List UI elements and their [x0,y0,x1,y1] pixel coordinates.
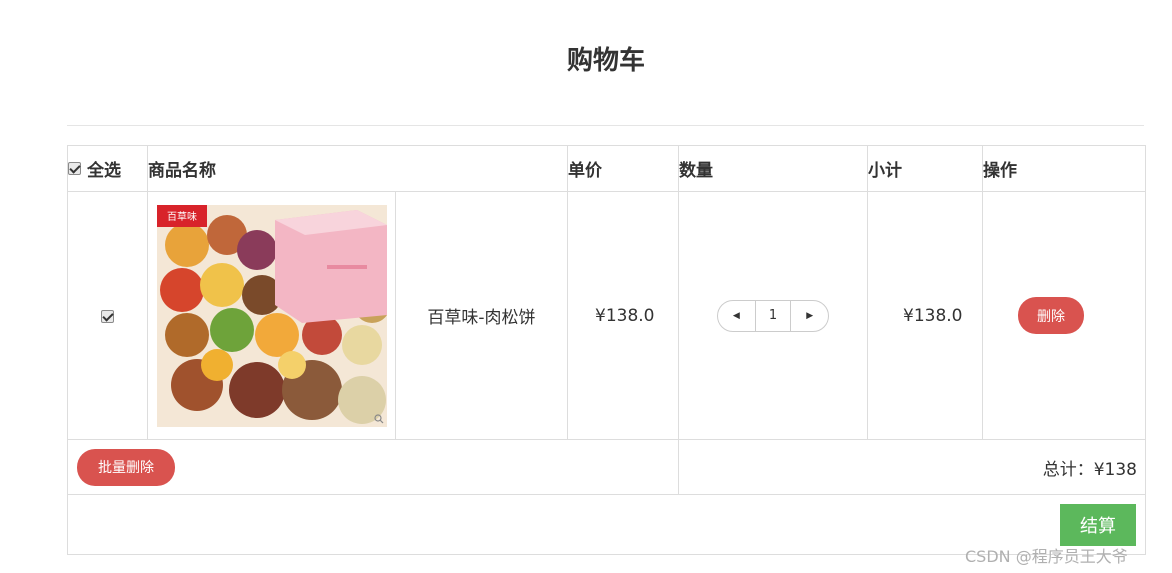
quantity-stepper: ◀ 1 ▶ [717,299,829,332]
decrement-button[interactable]: ◀ [718,301,755,331]
page-title: 购物车 [566,46,645,76]
watermark: CSDN @程序员王大爷 [965,547,1128,566]
snack-box-image: 百草味 [156,204,387,427]
select-all-checkbox[interactable] [68,162,81,175]
table-row: 百草味 百草味-肉松饼 ¥138.0 ◀ 1 ▶ ¥138.0 删除 [67,191,1146,440]
caret-left-icon: ◀ [732,310,740,321]
actions-cell: 删除 [982,191,1146,440]
cart-table: 全选 商品名称 单价 数量 小计 操作 百草味 百草味-肉松饼 ¥138.0 ◀… [67,145,1146,555]
row-select-cell [67,191,148,440]
caret-right-icon: ▶ [806,310,814,321]
header-select-all: 全选 [67,145,148,192]
title-divider [67,125,1144,126]
select-all-label: 全选 [87,161,121,181]
row-subtotal: ¥138.0 [867,191,983,440]
unit-price: ¥138.0 [567,191,679,440]
batch-actions-cell: 批量删除 [67,439,679,495]
product-name[interactable]: 百草味-肉松饼 [395,191,568,440]
header-subtotal: 小计 [867,145,983,192]
row-checkbox[interactable] [101,310,114,323]
increment-button[interactable]: ▶ [791,301,828,331]
cart-page: 购物车 全选 商品名称 单价 数量 小计 操作 百草味 百草味-肉松饼 ¥138… [0,0,1172,573]
product-image-cell: 百草味 [147,191,396,440]
header-quantity: 数量 [678,145,868,192]
cart-total: 总计：¥138 [678,439,1146,495]
delete-button[interactable]: 删除 [1018,297,1084,334]
header-product-name: 商品名称 [147,145,568,192]
quantity-value[interactable]: 1 [754,300,792,331]
header-actions: 操作 [982,145,1146,192]
svg-text:百草味: 百草味 [167,211,197,223]
table-header-row: 全选 商品名称 单价 数量 小计 操作 [67,145,1146,192]
checkout-button[interactable]: 结算 [1060,504,1136,546]
quantity-cell: ◀ 1 ▶ [678,191,868,440]
product-image[interactable]: 百草味 [156,204,387,427]
batch-delete-button[interactable]: 批量删除 [77,448,175,486]
header-unit-price: 单价 [567,145,679,192]
table-footer-row: 批量删除 总计：¥138 [67,439,1146,495]
